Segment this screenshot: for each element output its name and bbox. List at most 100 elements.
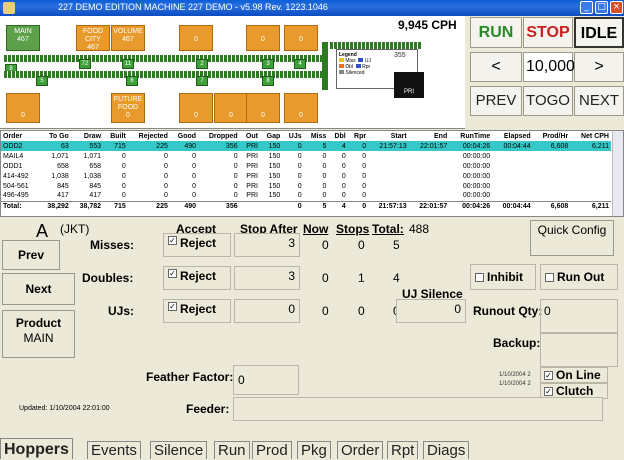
misses-stop-after-input[interactable]: 3 xyxy=(234,233,300,257)
close-icon[interactable]: × xyxy=(610,1,623,14)
column-header[interactable]: Good xyxy=(170,131,198,141)
hopper-10[interactable]: 0 xyxy=(214,93,248,123)
tab-pkg[interactable]: Pkg xyxy=(297,441,331,459)
maximize-icon[interactable]: □ xyxy=(595,1,608,14)
table-cell: 150 xyxy=(259,141,283,151)
tab-rpt[interactable]: Rpt xyxy=(387,441,419,459)
column-header[interactable]: Dropped xyxy=(198,131,240,141)
table-row[interactable]: 504-561 845 845 0 0 0 0 PRI 150 0 0 0 0 00:00:00 xyxy=(1,181,611,191)
prev-hopper-button[interactable]: Prev xyxy=(2,240,60,270)
table-row[interactable]: 496-495 417 417 0 0 0 0 PRI 150 0 0 0 0 00:00:00 xyxy=(1,191,611,201)
table-cell: 417 xyxy=(57,192,69,200)
table-cell xyxy=(409,161,450,171)
table-row[interactable]: ODD1 658 658 0 0 0 0 PRI 150 0 0 0 0 00:00:00 xyxy=(1,161,611,171)
product-button[interactable]: Product MAIN xyxy=(2,310,75,358)
minimize-icon[interactable]: _ xyxy=(580,1,593,14)
checkbox-icon xyxy=(475,273,484,283)
hopper-count: 0 xyxy=(299,36,303,43)
next-hopper-button[interactable]: Next xyxy=(2,273,75,305)
hopper-5[interactable]: 0 xyxy=(246,25,280,51)
inhibit-checkbox[interactable]: Inhibit xyxy=(470,264,536,290)
tab-diags[interactable]: Diags xyxy=(423,441,470,459)
tab-run[interactable]: Run xyxy=(214,441,250,459)
check-icon: ✓ xyxy=(168,302,177,311)
runout-qty-input[interactable] xyxy=(540,299,618,333)
hopper-4[interactable]: 0 xyxy=(179,25,213,51)
hopper-12[interactable]: 0 xyxy=(284,93,318,123)
backup-input[interactable] xyxy=(540,333,618,367)
rate-input[interactable]: 10,000 xyxy=(523,52,575,82)
window-title: 227 DEMO EDITION MACHINE 227 DEMO - v5.9… xyxy=(58,2,328,12)
column-header[interactable]: To Go xyxy=(39,131,71,141)
hopper-count: 0 xyxy=(261,112,265,119)
hopper-2[interactable]: FOOD CITY 467 xyxy=(76,25,110,51)
hopper-count: 0 xyxy=(194,36,198,43)
table-cell: 504-561 xyxy=(3,182,29,190)
column-header[interactable]: Elapsed xyxy=(492,131,533,141)
run-out-checkbox[interactable]: Run Out xyxy=(540,264,618,290)
on-line-checkbox[interactable]: ✓ On Line xyxy=(540,367,608,383)
decrease-rate-button[interactable]: < xyxy=(470,52,522,82)
column-header[interactable]: Dbl xyxy=(328,131,347,141)
hopper-3[interactable]: VOLUME 467 xyxy=(111,25,145,51)
tab-events[interactable]: Events xyxy=(87,441,141,459)
column-header[interactable]: Gap xyxy=(260,131,282,141)
total-cell: 5 xyxy=(303,200,329,211)
next-button[interactable]: NEXT xyxy=(574,86,624,116)
table-cell: 490 xyxy=(169,141,199,151)
pri-output: PRI xyxy=(394,72,424,98)
column-header[interactable]: Start xyxy=(368,131,409,141)
idle-button[interactable]: IDLE xyxy=(574,17,624,48)
tab-hoppers[interactable]: Hoppers xyxy=(0,438,73,459)
hopper-8[interactable]: FUTURE FOOD 0 xyxy=(111,93,145,123)
hopper-11[interactable]: 0 xyxy=(246,93,280,123)
ujs-accept-select[interactable]: ✓ Reject xyxy=(163,299,231,323)
table-row[interactable]: 414-492 1,038 1,038 0 0 0 0 PRI 150 0 0 0 0 00:00:00 xyxy=(1,171,611,181)
total-cell: 00:04:44 xyxy=(492,200,533,211)
increase-rate-button[interactable]: > xyxy=(574,52,624,82)
tab-prod[interactable]: Prod xyxy=(252,441,292,459)
table-row[interactable]: ODD2 63 553 715 225 490 356 PRI 150 0 5 4 0 21:57:13 2… xyxy=(1,141,611,151)
column-header[interactable]: Order xyxy=(1,131,39,141)
total-cell: 490 xyxy=(169,200,199,211)
hopper-9[interactable]: 0 xyxy=(179,93,213,123)
hopper-7[interactable]: 0 xyxy=(6,93,40,123)
quick-config-button[interactable]: Quick Config xyxy=(530,220,614,256)
column-header[interactable]: RunTime xyxy=(449,131,492,141)
scrollbar[interactable] xyxy=(612,131,623,216)
station-marker: 2 xyxy=(196,59,208,69)
table-cell: 658 xyxy=(57,162,69,170)
prev-button[interactable]: PREV xyxy=(470,86,522,116)
total-cell: 0 xyxy=(347,200,369,211)
column-header[interactable]: Rpr xyxy=(348,131,368,141)
stop-button[interactable]: STOP xyxy=(523,17,573,48)
misses-stops: 0 xyxy=(358,238,365,252)
tab-silence[interactable]: Silence xyxy=(150,441,208,459)
column-header[interactable]: Prod/Hr xyxy=(533,131,571,141)
column-header[interactable]: Built xyxy=(103,131,128,141)
hopper-1[interactable]: MAIN 467 xyxy=(6,25,40,51)
hopper-6[interactable]: 0 xyxy=(284,25,318,51)
table-row[interactable]: MAIL4 1,071 1,071 0 0 0 0 PRI 150 0 0 0 0 00:00:00 xyxy=(1,151,611,161)
ujs-stop-after-input[interactable]: 0 xyxy=(234,299,300,323)
column-header[interactable]: Out xyxy=(240,131,260,141)
total-cell: 715 xyxy=(103,200,128,211)
column-header[interactable]: Net CPH xyxy=(570,131,611,141)
column-header[interactable]: Draw xyxy=(71,131,103,141)
table-cell: 553 xyxy=(70,141,104,151)
column-header[interactable]: Rejected xyxy=(128,131,170,141)
feeder-input[interactable] xyxy=(233,397,603,421)
run-button[interactable]: RUN xyxy=(470,17,522,48)
column-header[interactable]: UJs xyxy=(282,131,303,141)
doubles-accept-select[interactable]: ✓ Reject xyxy=(163,266,231,290)
column-header[interactable]: Miss xyxy=(304,131,329,141)
togo-button[interactable]: TOGO xyxy=(523,86,573,116)
misses-accept-select[interactable]: ✓ Reject xyxy=(163,233,231,257)
uj-silence-input[interactable]: 0 xyxy=(396,299,466,323)
doubles-stop-after-input[interactable]: 3 xyxy=(234,266,300,290)
table-cell: 225 xyxy=(127,141,170,151)
column-header[interactable]: End xyxy=(409,131,450,141)
feather-factor-input[interactable]: 0 xyxy=(233,365,299,395)
tab-order[interactable]: Order xyxy=(337,441,384,459)
table-cell: 0 xyxy=(233,182,238,190)
